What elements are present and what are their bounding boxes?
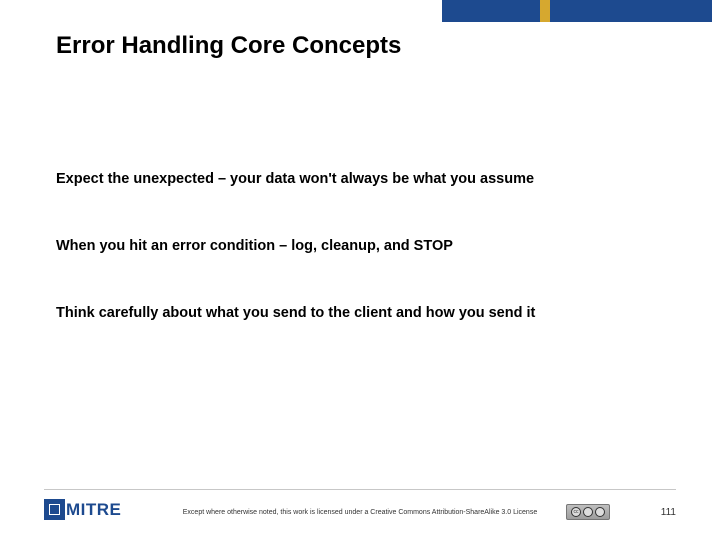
bullet-item: Think carefully about what you send to t…	[56, 304, 664, 323]
slide-body: Expect the unexpected – your data won't …	[56, 170, 664, 371]
header-brand-bar	[442, 0, 712, 22]
license-text: Except where otherwise noted, this work …	[0, 509, 720, 516]
header-accent-bar	[540, 0, 550, 22]
by-icon	[583, 507, 593, 517]
sa-icon	[595, 507, 605, 517]
cc-license-badge-icon: cc	[566, 504, 610, 520]
cc-icon: cc	[571, 507, 581, 517]
footer-divider	[44, 489, 676, 490]
bullet-item: Expect the unexpected – your data won't …	[56, 170, 664, 189]
page-number: 111	[661, 507, 676, 518]
bullet-item: When you hit an error condition – log, c…	[56, 237, 664, 256]
slide-title: Error Handling Core Concepts	[56, 32, 401, 60]
